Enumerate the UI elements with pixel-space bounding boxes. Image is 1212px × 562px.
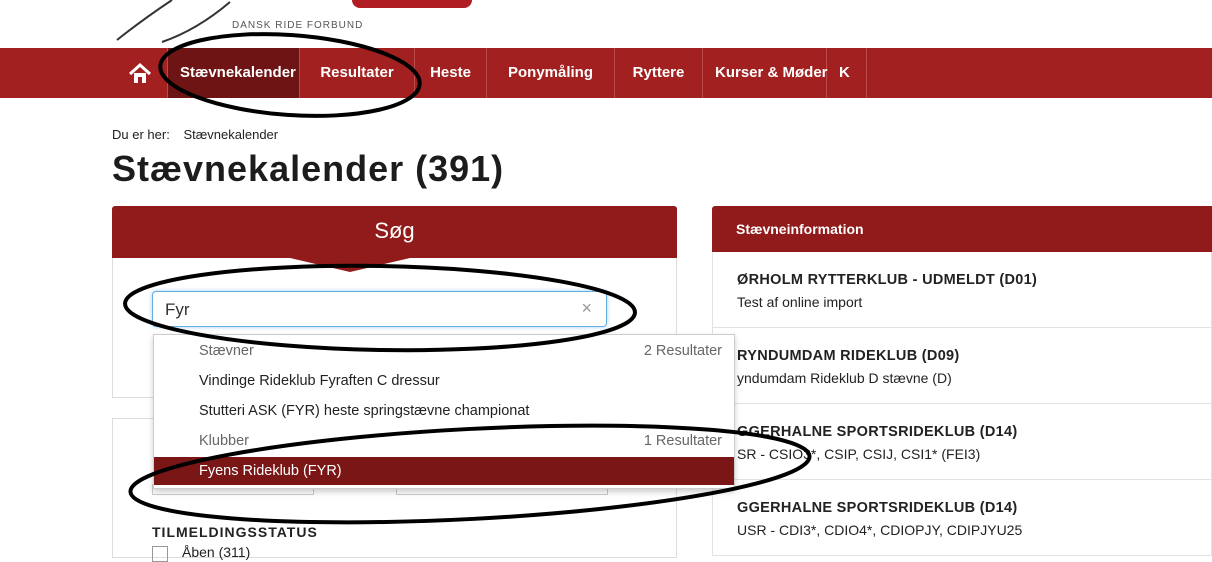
dropdown-option[interactable]: Vindinge Rideklub Fyraften C dressur (154, 367, 734, 395)
event-club: RYNDUMDAM RIDEKLUB (D09) (737, 348, 960, 364)
nav-kurser-moder[interactable]: Kurser & Møder (703, 48, 828, 98)
page-title: Stævnekalender (391) (112, 148, 505, 189)
nav-ryttere[interactable]: Ryttere (615, 48, 703, 98)
breadcrumb-prefix: Du er her: (112, 127, 170, 142)
logo-text: DANSK RIDE FORBUND (232, 20, 364, 31)
home-icon (128, 62, 151, 83)
nav-heste[interactable]: Heste (415, 48, 487, 98)
event-club: GGERHALNE SPORTSRIDEKLUB (D14) (737, 424, 1018, 440)
event-row[interactable]: ØRHOLM RYTTERKLUB - UDMELDT (D01) Test a… (712, 252, 1212, 328)
logo-swoosh-icon (116, 0, 231, 43)
info-panel-heading: Stævneinformation (712, 206, 1212, 252)
dropdown-option-selected[interactable]: Fyens Rideklub (FYR) (154, 457, 734, 485)
event-desc: yndumdam Rideklub D stævne (D) (737, 370, 952, 386)
event-row[interactable]: RYNDUMDAM RIDEKLUB (D09) yndumdam Ridekl… (712, 328, 1212, 404)
group-label: Stævner (199, 343, 254, 359)
status-checkbox[interactable] (152, 546, 168, 562)
tilmeldingsstatus-heading: TILMELDINGSSTATUS (152, 524, 318, 540)
event-desc: SR - CSIO3*, CSIP, CSIJ, CSI1* (FEI3) (737, 446, 981, 462)
search-heading-arrow (290, 258, 410, 272)
site-logo[interactable]: DANSK RIDE FORBUND (112, 0, 492, 48)
nav-stavnekalender[interactable]: Stævnekalender (168, 48, 300, 98)
breadcrumb: Du er her: Stævnekalender (112, 127, 278, 142)
nav-more[interactable]: K (827, 48, 867, 98)
dropdown-group-header: Stævner 2 Resultater (154, 337, 734, 365)
search-field[interactable]: × (152, 291, 607, 328)
nav-home[interactable] (112, 48, 168, 98)
nav-ponymaling[interactable]: Ponymåling (487, 48, 615, 98)
dropdown-group-header: Klubber 1 Resultater (154, 427, 734, 455)
status-option-label: Åben (311) (182, 544, 251, 560)
nav-resultater[interactable]: Resultater (300, 48, 415, 98)
main-nav: Stævnekalender Resultater Heste Ponymåli… (0, 48, 1212, 98)
event-club: GGERHALNE SPORTSRIDEKLUB (D14) (737, 500, 1018, 516)
dropdown-option[interactable]: Stutteri ASK (FYR) heste springstævne ch… (154, 397, 734, 425)
search-input[interactable] (163, 292, 557, 328)
logo-red-bar (352, 0, 472, 8)
option-label: Fyens Rideklub (FYR) (199, 463, 342, 479)
group-label: Klubber (199, 433, 249, 449)
event-club: ØRHOLM RYTTERKLUB - UDMELDT (D01) (737, 272, 1038, 288)
group-count: 1 Resultater (643, 433, 722, 449)
clear-icon[interactable]: × (581, 298, 592, 319)
search-panel-heading: Søg (112, 206, 677, 258)
event-desc: Test af online import (737, 294, 863, 310)
option-label: Vindinge Rideklub Fyraften C dressur (199, 373, 440, 389)
event-row[interactable]: GGERHALNE SPORTSRIDEKLUB (D14) SR - CSIO… (712, 404, 1212, 480)
breadcrumb-current[interactable]: Stævnekalender (183, 127, 278, 142)
event-row[interactable]: GGERHALNE SPORTSRIDEKLUB (D14) USR - CDI… (712, 480, 1212, 556)
autocomplete-dropdown: Stævner 2 Resultater Vindinge Rideklub F… (153, 334, 735, 489)
group-count: 2 Resultater (643, 343, 722, 359)
event-desc: USR - CDI3*, CDIO4*, CDIOPJY, CDIPJYU25 (737, 522, 1023, 538)
option-label: Stutteri ASK (FYR) heste springstævne ch… (199, 403, 530, 419)
